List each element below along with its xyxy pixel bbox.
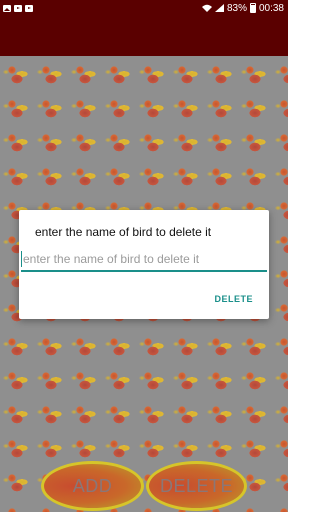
- app-screen: 83% 00:38 ADD DELETE enter the name of b…: [0, 0, 288, 512]
- dialog-delete-button[interactable]: DELETE: [214, 294, 253, 304]
- delete-bird-dialog: enter the name of bird to delete it DELE…: [19, 210, 269, 319]
- dialog-title: enter the name of bird to delete it: [35, 225, 212, 239]
- bird-name-input[interactable]: [21, 248, 267, 272]
- text-cursor: [21, 251, 22, 267]
